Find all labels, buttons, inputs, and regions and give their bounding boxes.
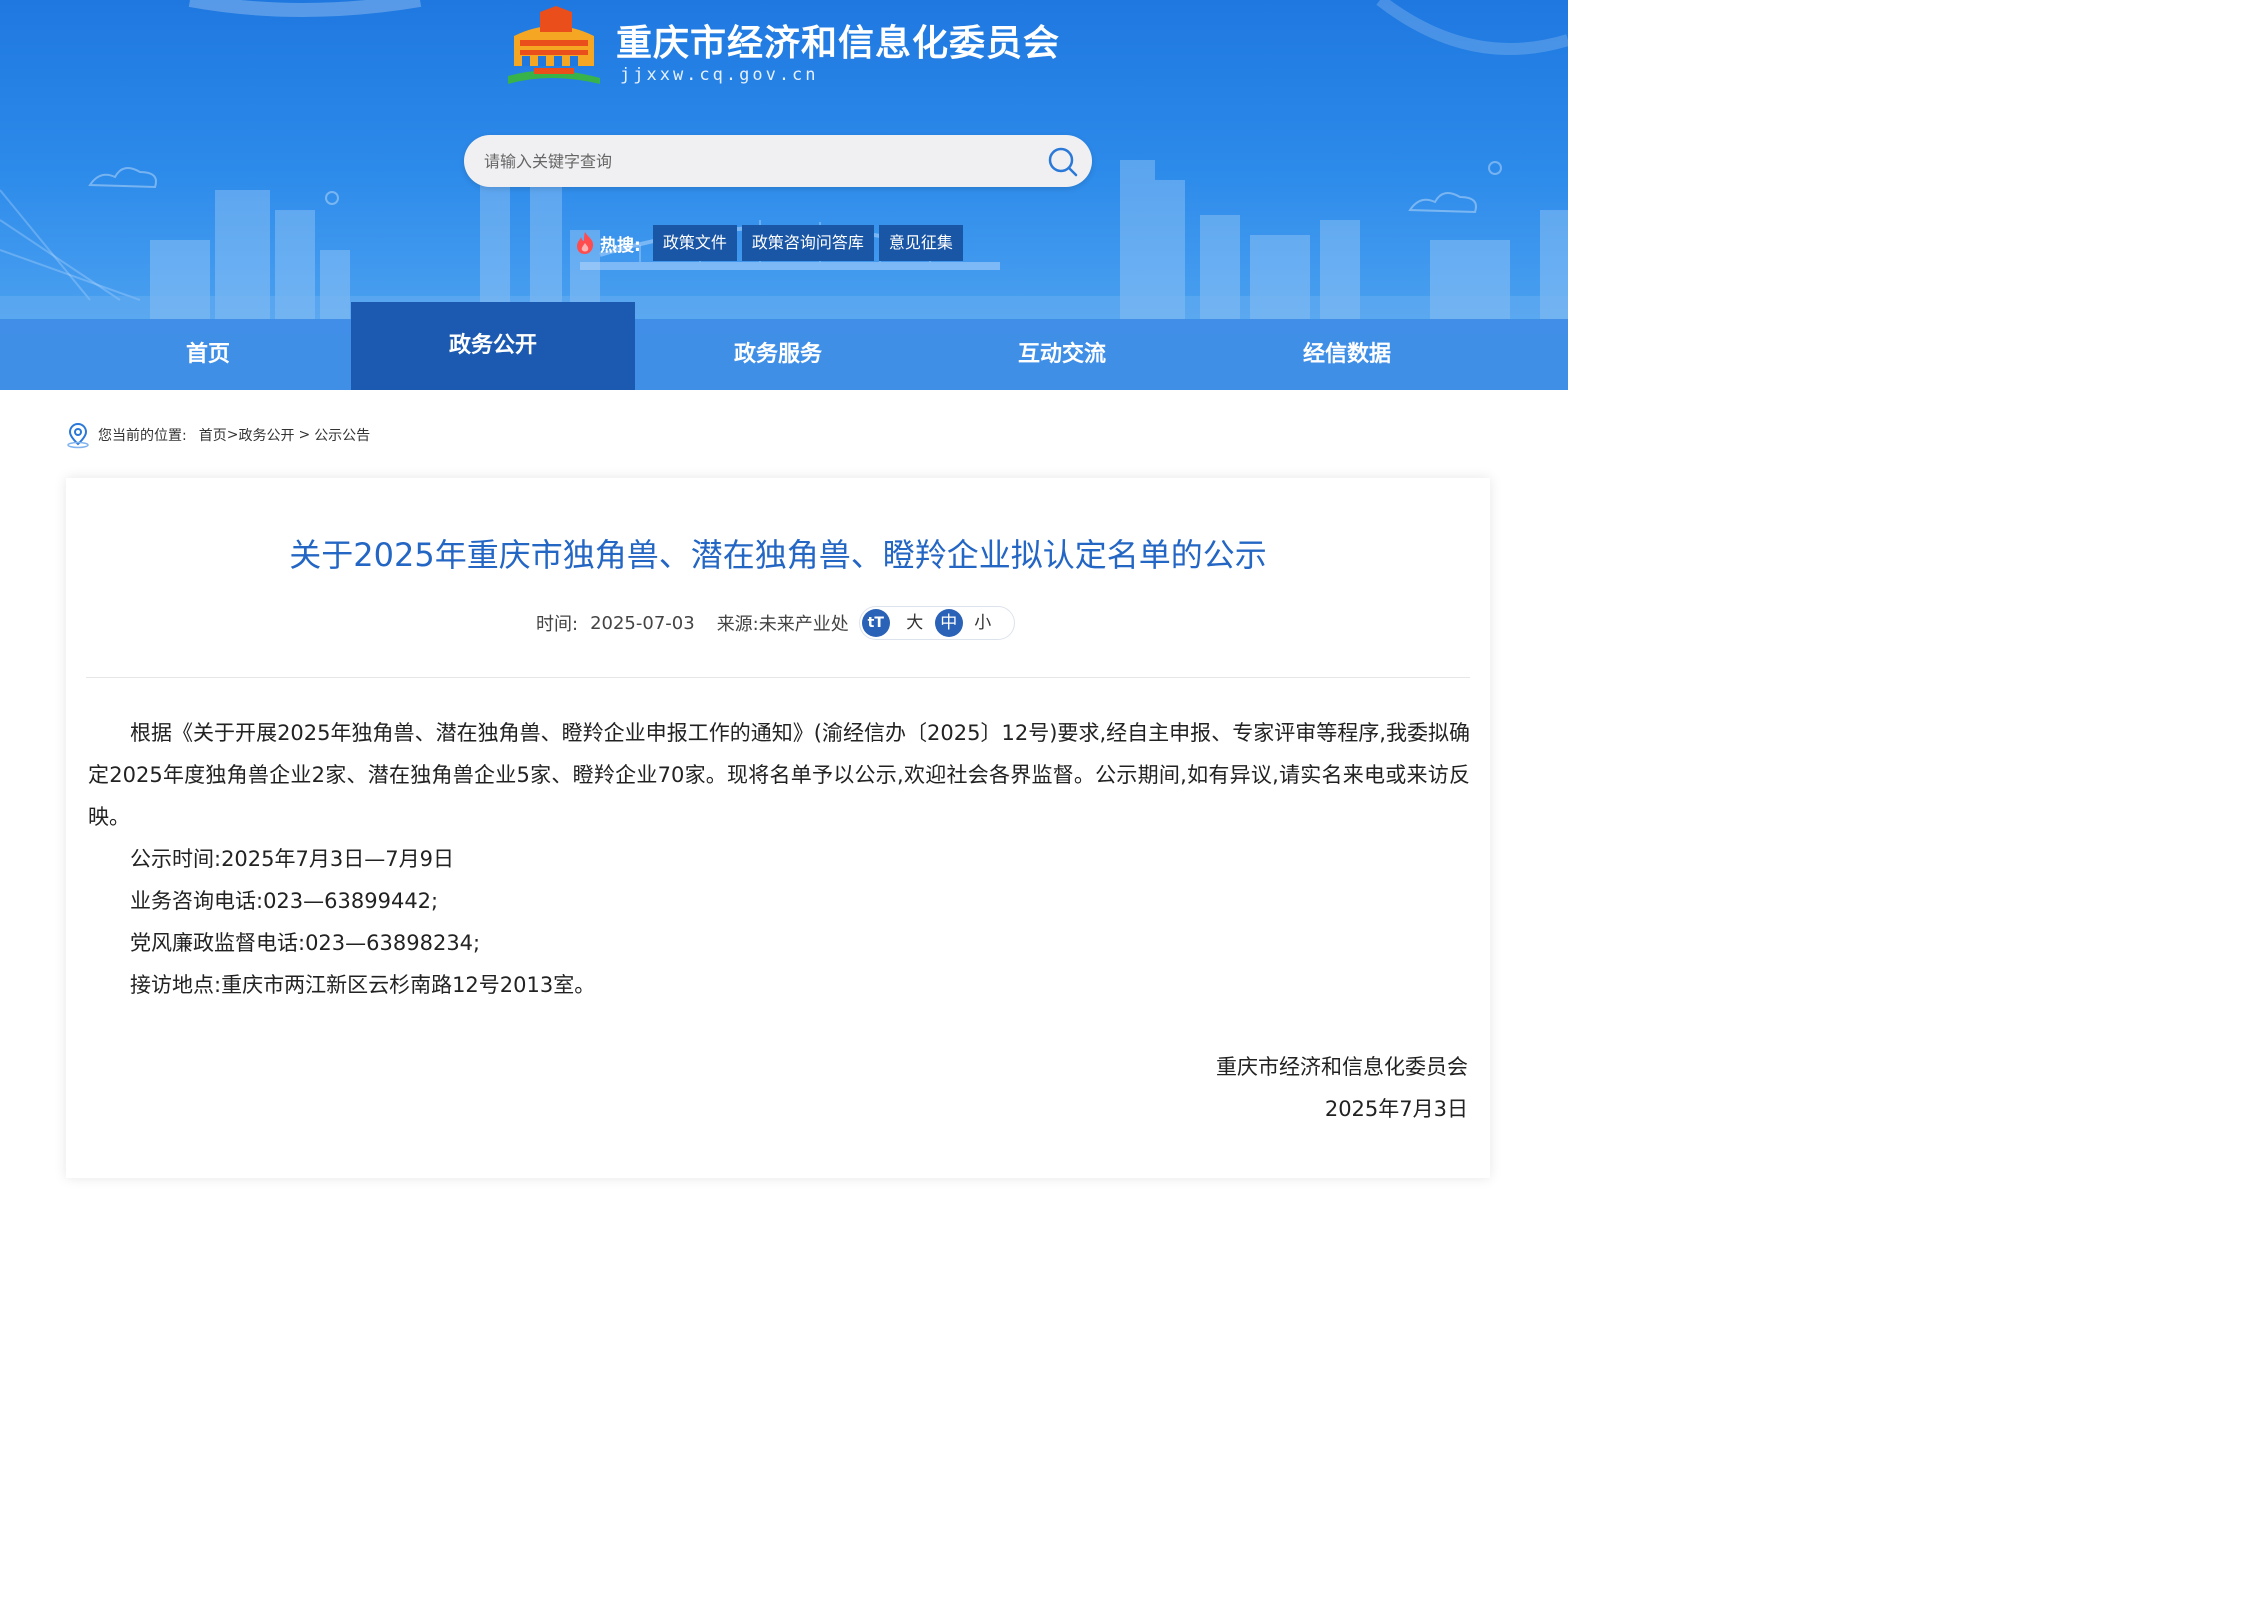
article-title: 关于2025年重庆市独角兽、潜在独角兽、瞪羚企业拟认定名单的公示	[289, 536, 1267, 574]
nav-item-home[interactable]: 首页	[66, 319, 350, 390]
time-value: 2025-07-03	[590, 612, 695, 634]
article-paragraph: 业务咨询电话:023—63899442;	[130, 889, 439, 913]
font-size-icon: tT	[861, 609, 890, 637]
search-icon	[1048, 147, 1078, 177]
time-label: 时间:	[536, 614, 579, 635]
search-bar	[464, 135, 1092, 187]
font-size-large[interactable]: 大	[901, 609, 929, 637]
nav-item-gov-affairs-open[interactable]: 政务公开	[351, 302, 635, 390]
search-input[interactable]	[484, 135, 1044, 187]
nav-item-gov-services[interactable]: 政务服务	[636, 319, 920, 390]
hot-search-row: 热搜: 政策文件 政策咨询问答库 意见征集	[574, 225, 968, 261]
article-paragraph: 党风廉政监督电话:023—63898234;	[130, 931, 481, 955]
flame-icon	[577, 232, 594, 254]
article-paragraph: 根据《关于开展2025年独角兽、潜在独角兽、瞪羚企业申报工作的通知》(渝经信办〔…	[88, 721, 1470, 829]
font-size-control: tT 大 中 小	[858, 606, 1015, 640]
nav-item-economic-data[interactable]: 经信数据	[1205, 319, 1489, 390]
breadcrumb-home[interactable]: 首页	[199, 425, 227, 445]
hot-search-label: 热搜:	[600, 235, 641, 256]
font-size-medium[interactable]: 中	[934, 609, 963, 637]
font-size-small[interactable]: 小	[969, 609, 997, 637]
site-domain: jjxxw.cq.gov.cn	[620, 65, 819, 85]
article-card: 关于2025年重庆市独角兽、潜在独角兽、瞪羚企业拟认定名单的公示 时间: 202…	[66, 478, 1490, 1178]
source-label: 来源:	[716, 614, 759, 635]
breadcrumb-separator: >	[226, 427, 239, 443]
government-emblem-logo	[508, 6, 600, 84]
breadcrumb-prefix: 您当前的位置:	[98, 428, 187, 444]
site-name: 重庆市经济和信息化委员会	[616, 23, 1061, 64]
breadcrumb: 您当前的位置: 首页 > 政务公开 > 公示公告	[64, 420, 370, 450]
hot-tag-policy-documents[interactable]: 政策文件	[652, 225, 737, 261]
main-nav: 首页 政务公开 政务服务 互动交流 经信数据	[0, 302, 1568, 390]
breadcrumb-announcements[interactable]: 公示公告	[314, 425, 370, 445]
search-button[interactable]	[1046, 145, 1080, 179]
source-value: 未来产业处	[758, 614, 849, 635]
article-meta: 时间: 2025-07-03 来源: 未来产业处 tT 大 中 小	[536, 606, 1015, 640]
hot-tag-opinion-collection[interactable]: 意见征集	[878, 225, 963, 261]
title-divider	[86, 677, 1470, 678]
article-body: 根据《关于开展2025年独角兽、潜在独角兽、瞪羚企业申报工作的通知》(渝经信办〔…	[88, 712, 1470, 1006]
article-signature: 重庆市经济和信息化委员会 2025年7月3日	[1216, 1046, 1468, 1130]
breadcrumb-gov-affairs-open[interactable]: 政务公开	[238, 425, 294, 445]
signature-date: 2025年7月3日	[1324, 1097, 1468, 1121]
signature-org: 重庆市经济和信息化委员会	[1216, 1055, 1468, 1079]
location-pin-icon	[67, 422, 89, 449]
hot-tag-policy-qa[interactable]: 政策咨询问答库	[741, 225, 874, 261]
article-paragraph: 接访地点:重庆市两江新区云杉南路12号2013室。	[130, 973, 596, 997]
article-paragraph: 公示时间:2025年7月3日—7月9日	[130, 847, 454, 871]
breadcrumb-separator: >	[298, 427, 311, 443]
nav-item-interaction[interactable]: 互动交流	[920, 319, 1204, 390]
